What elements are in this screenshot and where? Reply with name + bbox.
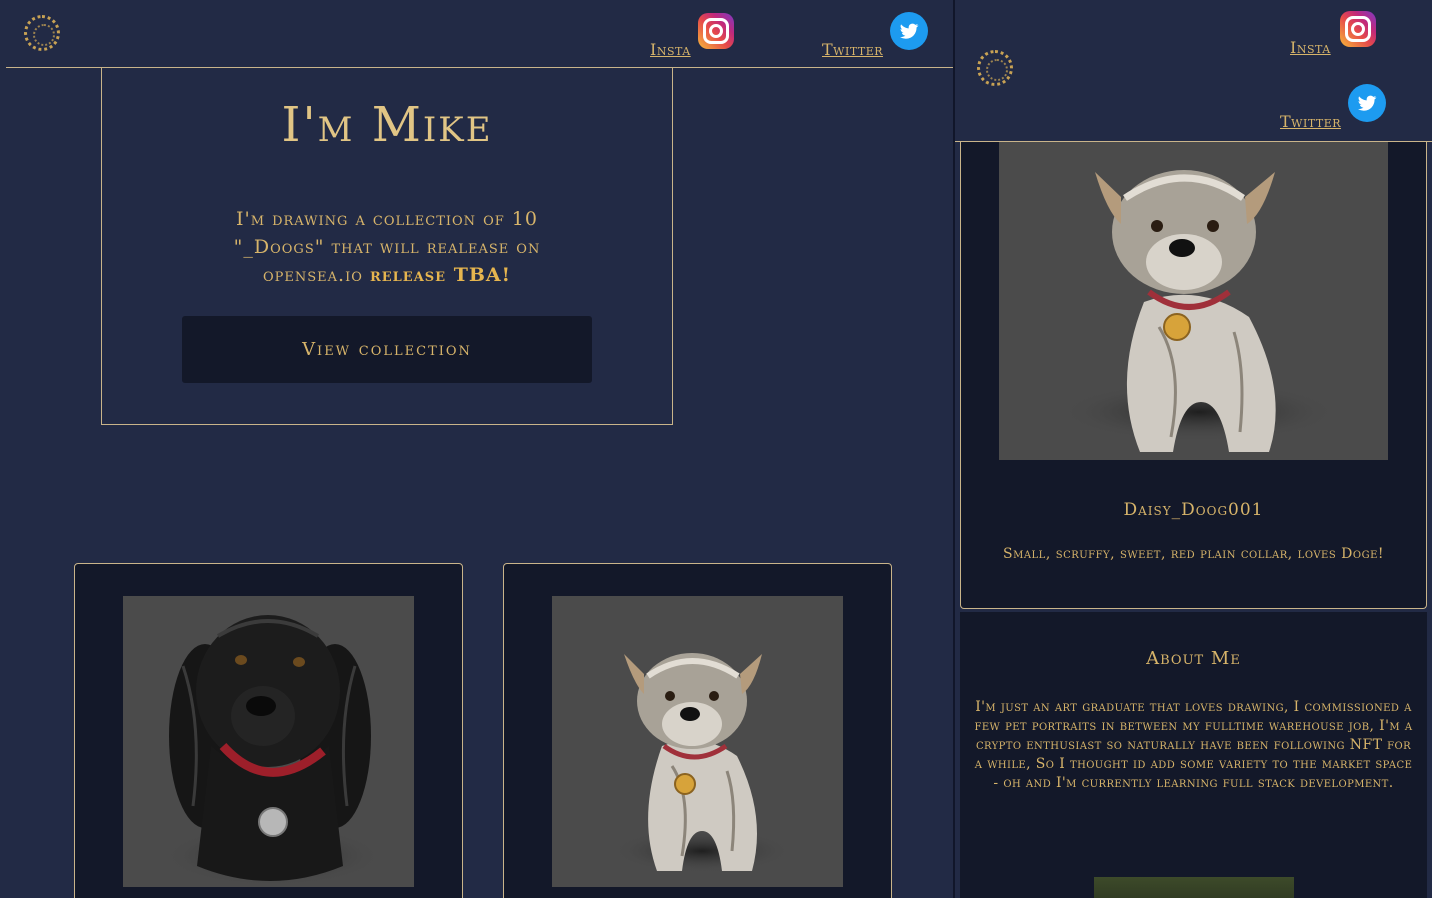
hero-text: I'm drawing a collection of 10 "_Doogs" … [212, 205, 562, 289]
insta-link[interactable]: Insta [650, 40, 691, 59]
featured-nft-card[interactable]: Daisy_Doog001 Small, scruffy, sweet, red… [960, 142, 1427, 609]
twitter-link[interactable]: Twitter [1280, 112, 1341, 131]
card-title: Daisy_Doog001 [1123, 500, 1264, 520]
card-description: Small, scruffy, sweet, red plain collar,… [1002, 546, 1384, 562]
about-section: About Me I'm just an art graduate that l… [960, 612, 1427, 898]
instagram-icon[interactable] [698, 13, 734, 49]
twitter-icon[interactable] [1348, 84, 1386, 122]
dotted-circle-logo-icon[interactable] [24, 15, 60, 51]
mobile-navbar: Insta Twitter [955, 0, 1432, 142]
about-photo [1094, 877, 1294, 898]
about-text: I'm just an art graduate that loves draw… [974, 699, 1413, 791]
hero-text-highlight: release TBA! [369, 264, 511, 286]
hero-title: I'm Mike [281, 97, 493, 153]
dotted-circle-logo-icon[interactable] [977, 50, 1013, 86]
dog-portrait-image [999, 142, 1388, 460]
twitter-link[interactable]: Twitter [822, 40, 883, 59]
mobile-view: Insta Twitter Daisy_Doog001 Small, scruf… [955, 0, 1432, 898]
hero-card: I'm Mike I'm drawing a collection of 10 … [101, 67, 673, 425]
desktop-navbar: Insta Twitter [6, 0, 953, 68]
insta-link[interactable]: Insta [1290, 38, 1331, 57]
nft-card[interactable] [503, 563, 892, 898]
desktop-view: Insta Twitter I'm Mike I'm drawing a col… [0, 0, 953, 898]
dog-portrait-image [123, 596, 414, 887]
nft-card[interactable] [74, 563, 463, 898]
instagram-icon[interactable] [1340, 11, 1376, 47]
twitter-icon[interactable] [890, 12, 928, 50]
dog-portrait-image [552, 596, 843, 887]
about-heading: About Me [1146, 648, 1241, 669]
view-collection-button[interactable]: View collection [182, 316, 592, 383]
